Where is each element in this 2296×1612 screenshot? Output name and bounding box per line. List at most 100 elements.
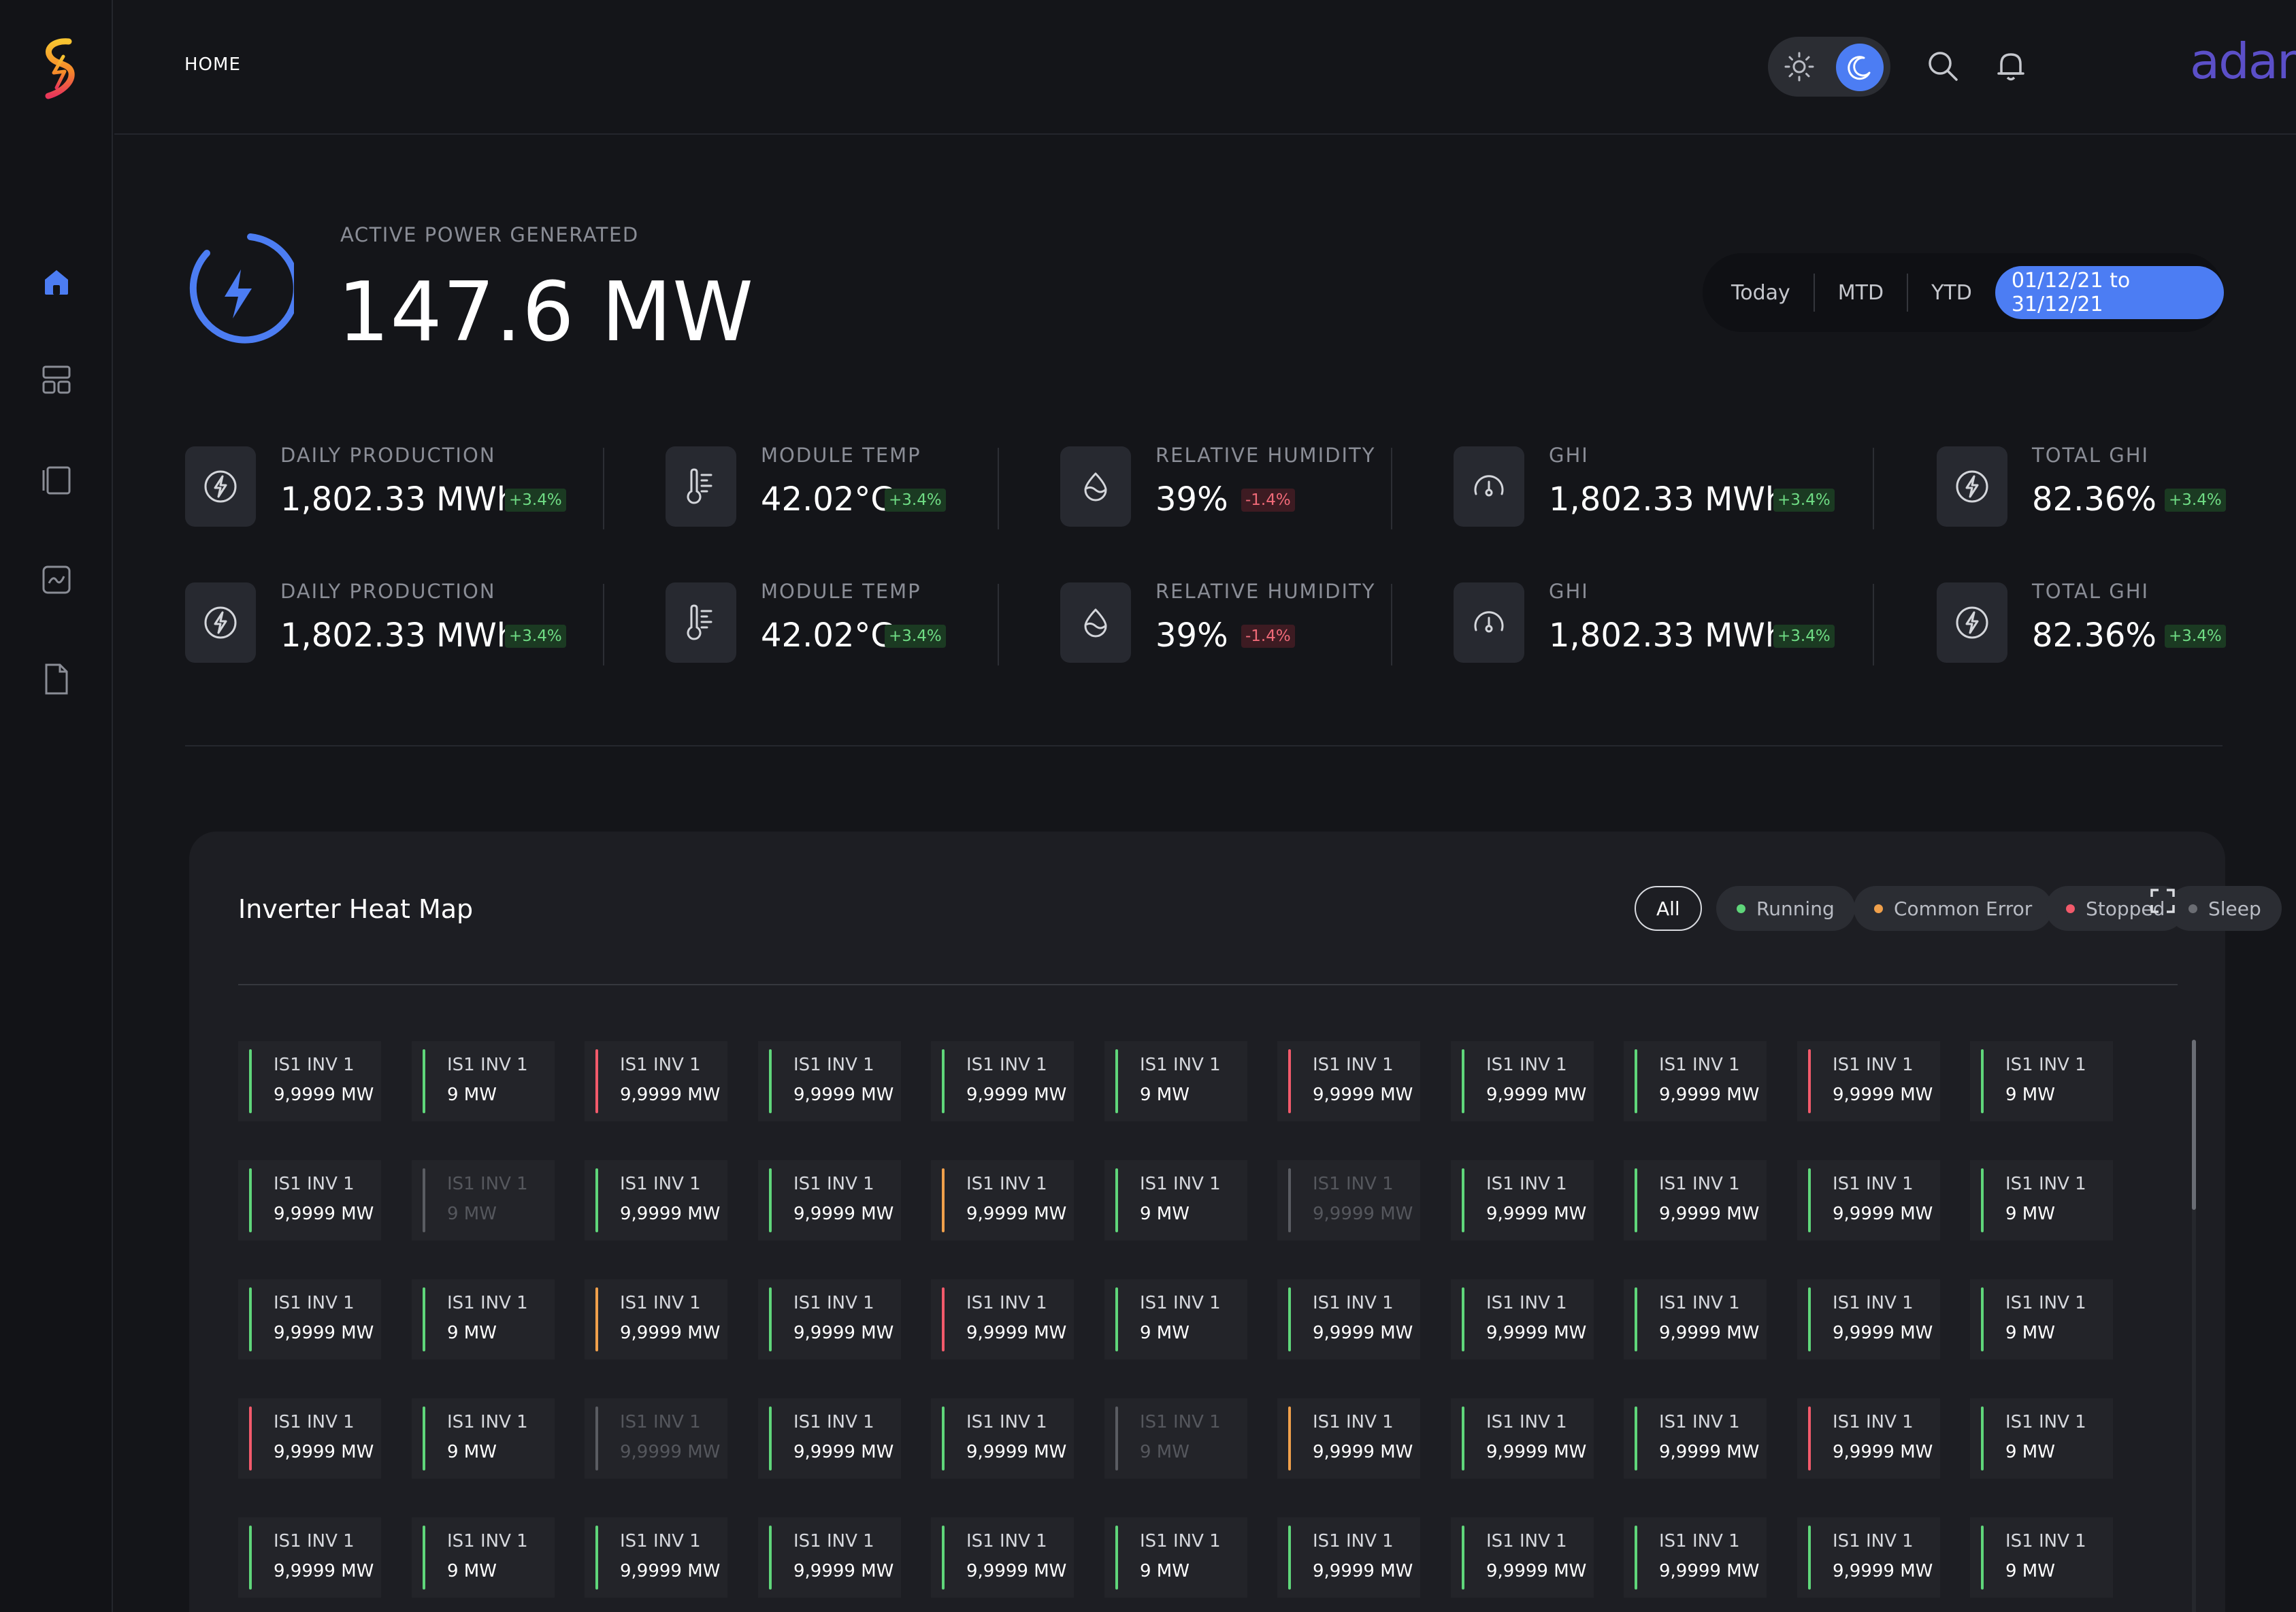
- inverter-cell[interactable]: IS1 INV 1 9 MW: [412, 1517, 555, 1598]
- inverter-cell[interactable]: IS1 INV 1 9 MW: [1104, 1041, 1247, 1121]
- sidebar-item-dashboard[interactable]: [22, 346, 91, 414]
- inverter-cell[interactable]: IS1 INV 1 9 MW: [1104, 1279, 1247, 1360]
- inverter-cell[interactable]: IS1 INV 1 9,9999 MW: [1451, 1041, 1594, 1121]
- inverter-cell[interactable]: IS1 INV 1 9 MW: [1104, 1517, 1247, 1598]
- tab-ytd[interactable]: YTD: [1908, 274, 1995, 312]
- status-indicator: [1115, 1407, 1118, 1470]
- inverter-cell[interactable]: IS1 INV 1 9 MW: [1104, 1160, 1247, 1240]
- inverter-cell[interactable]: IS1 INV 1 9,9999 MW: [758, 1517, 901, 1598]
- inverter-cell[interactable]: IS1 INV 1 9,9999 MW: [1624, 1279, 1767, 1360]
- inverter-cell[interactable]: IS1 INV 1 9,9999 MW: [931, 1041, 1074, 1121]
- inverter-cell[interactable]: IS1 INV 1 9,9999 MW: [238, 1398, 381, 1479]
- inverter-cell[interactable]: IS1 INV 1 9,9999 MW: [585, 1517, 727, 1598]
- inverter-cell[interactable]: IS1 INV 1 9,9999 MW: [758, 1398, 901, 1479]
- inverter-cell[interactable]: IS1 INV 1 9,9999 MW: [1277, 1279, 1420, 1360]
- moon-icon: [1848, 56, 1871, 80]
- breadcrumb[interactable]: HOME: [184, 54, 241, 75]
- status-indicator: [1115, 1049, 1118, 1113]
- inverter-power: 9,9999 MW: [1486, 1204, 1587, 1224]
- inverter-cell[interactable]: IS1 INV 1 9,9999 MW: [585, 1279, 727, 1360]
- filter-label: Common Error: [1894, 897, 2033, 920]
- status-indicator: [1635, 1407, 1637, 1470]
- inverter-cell[interactable]: IS1 INV 1 9,9999 MW: [931, 1398, 1074, 1479]
- inverter-cell[interactable]: IS1 INV 1 9,9999 MW: [238, 1041, 381, 1121]
- inverter-cell[interactable]: IS1 INV 1 9,9999 MW: [758, 1041, 901, 1121]
- inverter-cell[interactable]: IS1 INV 1 9,9999 MW: [758, 1279, 901, 1360]
- inverter-cell[interactable]: IS1 INV 1 9,9999 MW: [1624, 1041, 1767, 1121]
- inverter-cell[interactable]: IS1 INV 1 9,9999 MW: [1797, 1041, 1940, 1121]
- dark-mode-toggle[interactable]: [1836, 44, 1884, 91]
- status-indicator: [1981, 1407, 1984, 1470]
- stat-value: 39%: [1155, 616, 1228, 655]
- stat-card: DAILY PRODUCTION 1,802.33 MWh +3.4%: [185, 580, 566, 672]
- inverter-cell[interactable]: IS1 INV 1 9,9999 MW: [1451, 1398, 1594, 1479]
- inverter-cell[interactable]: IS1 INV 1 9,9999 MW: [1797, 1279, 1940, 1360]
- inverter-cell[interactable]: IS1 INV 1 9,9999 MW: [1624, 1398, 1767, 1479]
- inverter-cell[interactable]: IS1 INV 1 9,9999 MW: [758, 1160, 901, 1240]
- filter-running[interactable]: Running: [1716, 886, 1855, 931]
- inverter-cell[interactable]: IS1 INV 1 9 MW: [1970, 1041, 2113, 1121]
- inverter-cell[interactable]: IS1 INV 1 9,9999 MW: [1797, 1517, 1940, 1598]
- inverter-cell[interactable]: IS1 INV 1 9,9999 MW: [585, 1041, 727, 1121]
- stat-delta-badge: +3.4%: [1773, 625, 1835, 648]
- tab-mtd[interactable]: MTD: [1815, 274, 1909, 312]
- inverter-cell[interactable]: IS1 INV 1 9,9999 MW: [931, 1279, 1074, 1360]
- app-logo-icon[interactable]: [37, 37, 81, 101]
- sidebar-item-panels[interactable]: [22, 446, 91, 514]
- inverter-cell[interactable]: IS1 INV 1 9,9999 MW: [585, 1398, 727, 1479]
- inverter-cell[interactable]: IS1 INV 1 9,9999 MW: [238, 1279, 381, 1360]
- inverter-name: IS1 INV 1: [1486, 1412, 1567, 1432]
- sleep-dot-icon: [2188, 904, 2197, 913]
- inverter-cell[interactable]: IS1 INV 1 9,9999 MW: [1797, 1398, 1940, 1479]
- inverter-cell[interactable]: IS1 INV 1 9 MW: [412, 1398, 555, 1479]
- inverter-cell[interactable]: IS1 INV 1 9 MW: [1970, 1160, 2113, 1240]
- sidebar: [0, 0, 113, 1612]
- sun-icon[interactable]: [1782, 49, 1817, 84]
- inverter-cell[interactable]: IS1 INV 1 9,9999 MW: [238, 1160, 381, 1240]
- inverter-cell[interactable]: IS1 INV 1 9 MW: [412, 1279, 555, 1360]
- stat-value: 39%: [1155, 480, 1228, 519]
- inverter-name: IS1 INV 1: [793, 1412, 874, 1432]
- status-indicator: [1808, 1407, 1811, 1470]
- inverter-cell[interactable]: IS1 INV 1 9,9999 MW: [1624, 1160, 1767, 1240]
- expand-icon[interactable]: [2149, 887, 2176, 915]
- inverter-name: IS1 INV 1: [1659, 1055, 1740, 1075]
- sidebar-item-analytics[interactable]: [22, 546, 91, 614]
- inverter-cell[interactable]: IS1 INV 1 9 MW: [1104, 1398, 1247, 1479]
- filter-common-error[interactable]: Common Error: [1854, 886, 2053, 931]
- inverter-cell[interactable]: IS1 INV 1 9,9999 MW: [931, 1160, 1074, 1240]
- bolt-icon: [1937, 582, 2007, 663]
- inverter-cell[interactable]: IS1 INV 1 9 MW: [1970, 1517, 2113, 1598]
- inverter-cell[interactable]: IS1 INV 1 9,9999 MW: [1277, 1398, 1420, 1479]
- brand-logo[interactable]: adani: [2190, 33, 2296, 90]
- theme-toggle[interactable]: [1768, 37, 1890, 97]
- filter-all[interactable]: All: [1635, 886, 1702, 931]
- inverter-power: 9 MW: [447, 1204, 497, 1224]
- inverter-cell[interactable]: IS1 INV 1 9,9999 MW: [1797, 1160, 1940, 1240]
- inverter-cell[interactable]: IS1 INV 1 9,9999 MW: [238, 1517, 381, 1598]
- search-icon[interactable]: [1924, 48, 1961, 84]
- filter-sleep[interactable]: Sleep: [2168, 886, 2282, 931]
- inverter-cell[interactable]: IS1 INV 1 9,9999 MW: [1451, 1279, 1594, 1360]
- status-indicator: [769, 1168, 772, 1232]
- inverter-cell[interactable]: IS1 INV 1 9,9999 MW: [1451, 1517, 1594, 1598]
- inverter-cell[interactable]: IS1 INV 1 9,9999 MW: [1277, 1160, 1420, 1240]
- status-indicator: [1808, 1526, 1811, 1590]
- sidebar-item-reports[interactable]: [22, 645, 91, 713]
- inverter-cell[interactable]: IS1 INV 1 9,9999 MW: [1624, 1517, 1767, 1598]
- bell-icon[interactable]: [1992, 48, 2029, 84]
- inverter-cell[interactable]: IS1 INV 1 9,9999 MW: [1277, 1041, 1420, 1121]
- inverter-cell[interactable]: IS1 INV 1 9,9999 MW: [1451, 1160, 1594, 1240]
- inverter-cell[interactable]: IS1 INV 1 9 MW: [412, 1041, 555, 1121]
- tab-today[interactable]: Today: [1731, 274, 1815, 312]
- heatmap-scrollbar-thumb[interactable]: [2192, 1040, 2196, 1210]
- date-range-button[interactable]: 01/12/21 to 31/12/21: [1995, 266, 2224, 319]
- sidebar-item-home[interactable]: [22, 248, 91, 316]
- inverter-cell[interactable]: IS1 INV 1 9,9999 MW: [931, 1517, 1074, 1598]
- inverter-cell[interactable]: IS1 INV 1 9 MW: [1970, 1279, 2113, 1360]
- inverter-cell[interactable]: IS1 INV 1 9 MW: [412, 1160, 555, 1240]
- inverter-cell[interactable]: IS1 INV 1 9 MW: [1970, 1398, 2113, 1479]
- inverter-cell[interactable]: IS1 INV 1 9,9999 MW: [585, 1160, 727, 1240]
- inverter-cell[interactable]: IS1 INV 1 9,9999 MW: [1277, 1517, 1420, 1598]
- heatmap-divider: [238, 984, 2178, 985]
